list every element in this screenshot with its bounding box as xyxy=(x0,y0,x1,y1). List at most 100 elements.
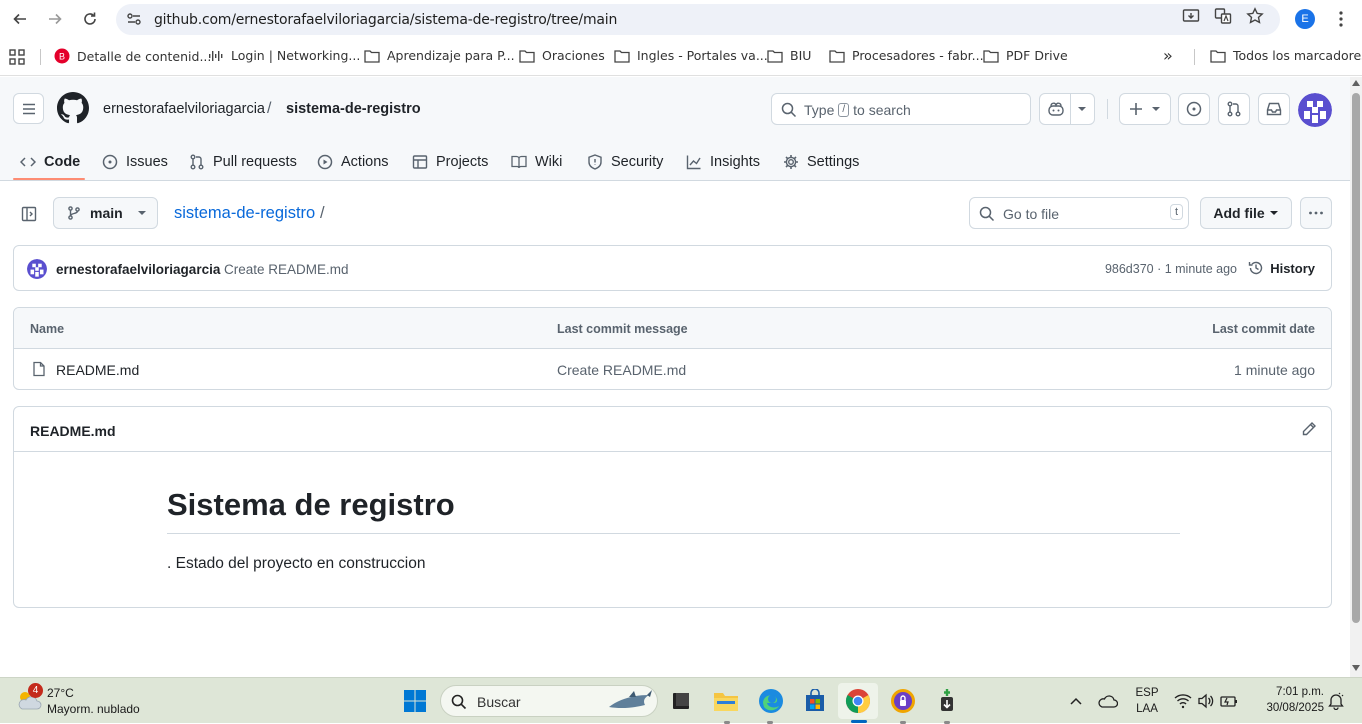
taskbar-search-box[interactable]: Buscar xyxy=(440,685,658,717)
taskbar-search-placeholder: Buscar xyxy=(477,694,521,710)
input-language[interactable]: ESP xyxy=(1134,687,1160,699)
breadcrumb-owner[interactable]: ernestorafaelviloriagarcia xyxy=(103,101,265,117)
path-separator: / xyxy=(320,204,325,222)
bookmark-folder[interactable]: Oraciones xyxy=(519,48,605,63)
breadcrumb-repo[interactable]: sistema-de-registro xyxy=(286,101,421,117)
bookmark-star-icon[interactable] xyxy=(1246,7,1266,27)
file-name-link[interactable]: README.md xyxy=(56,362,139,378)
download-tool-icon xyxy=(941,689,953,711)
address-bar[interactable]: github.com/ernestorafaelviloriagarcia/si… xyxy=(116,4,1280,35)
hamburger-icon xyxy=(22,103,35,114)
vpn-app-button[interactable] xyxy=(888,686,918,716)
install-app-icon[interactable] xyxy=(1182,7,1202,27)
microsoft-store-button[interactable] xyxy=(800,686,830,716)
bookmark-folder[interactable]: Procesadores - fabr... xyxy=(829,48,984,63)
clock-date[interactable]: 30/08/2025 xyxy=(1254,702,1324,714)
path-repo-link[interactable]: sistema-de-registro xyxy=(174,204,315,223)
copilot-button[interactable] xyxy=(1039,93,1095,125)
reload-button[interactable] xyxy=(78,7,102,31)
commit-author[interactable]: ernestorafaelviloriagarcia xyxy=(56,262,220,277)
global-search-input[interactable]: Type / to search xyxy=(771,93,1031,125)
folder-icon xyxy=(983,49,999,63)
bookmark-item[interactable]: B Detalle de contenid... xyxy=(54,48,211,64)
more-options-button[interactable] xyxy=(1300,197,1332,229)
go-to-file-input[interactable]: Go to file t xyxy=(969,197,1189,229)
onedrive-button[interactable] xyxy=(1094,686,1122,716)
gear-icon xyxy=(784,155,798,169)
tab-projects[interactable]: Projects xyxy=(412,149,488,175)
bookmark-folder[interactable]: Aprendizaje para P... xyxy=(364,48,515,63)
apps-grid-icon[interactable] xyxy=(9,49,25,65)
tab-pull-requests[interactable]: Pull requests xyxy=(189,149,297,175)
git-app-button[interactable] xyxy=(932,686,962,716)
file-commit-message[interactable]: Create README.md xyxy=(557,362,686,378)
reload-icon xyxy=(84,12,96,25)
tab-code[interactable]: Code xyxy=(20,149,80,175)
history-button[interactable]: History xyxy=(1248,260,1315,276)
commit-hash-time[interactable]: 986d370 · 1 minute ago xyxy=(1105,262,1237,276)
toggle-file-tree-button[interactable] xyxy=(14,199,44,229)
all-bookmarks-button[interactable]: Todos los marcadores xyxy=(1210,48,1362,63)
show-hidden-icons-button[interactable] xyxy=(1062,686,1090,716)
edge-browser-button[interactable] xyxy=(756,686,786,716)
create-new-button[interactable] xyxy=(1119,93,1171,125)
translate-icon[interactable] xyxy=(1214,7,1234,27)
weather-temperature[interactable]: 27°C xyxy=(47,686,74,700)
commit-author-avatar[interactable] xyxy=(27,259,47,279)
tab-security[interactable]: Security xyxy=(587,149,663,175)
edge-icon xyxy=(759,689,783,713)
bookmark-folder[interactable]: Ingles - Portales va... xyxy=(614,48,768,63)
weather-description[interactable]: Mayorm. nublado xyxy=(47,702,140,716)
start-button[interactable] xyxy=(400,686,430,716)
clock-time[interactable]: 7:01 p.m. xyxy=(1254,686,1324,698)
browser-menu-icon[interactable] xyxy=(1332,9,1350,29)
input-layout[interactable]: LAA xyxy=(1134,703,1160,715)
issue-circle-icon xyxy=(102,154,118,170)
issues-button[interactable] xyxy=(1178,93,1210,125)
site-settings-icon[interactable] xyxy=(126,11,142,27)
pull-requests-button[interactable] xyxy=(1218,93,1250,125)
cisco-favicon-icon xyxy=(209,50,223,61)
bookmark-folder[interactable]: PDF Drive xyxy=(983,48,1068,63)
task-view-button[interactable] xyxy=(666,686,696,716)
graph-icon xyxy=(686,155,701,170)
network-volume-battery-button[interactable] xyxy=(1172,686,1240,716)
go-to-file-shortcut: t xyxy=(1169,204,1183,220)
bookmark-item[interactable]: Login | Networking... xyxy=(208,48,360,63)
bookmark-folder[interactable]: BIU xyxy=(767,48,811,63)
back-button[interactable] xyxy=(8,7,32,31)
repo-tabs: Code Issues Pull requests Actions Projec… xyxy=(0,143,1000,181)
tab-issues[interactable]: Issues xyxy=(102,149,168,175)
readme-title[interactable]: README.md xyxy=(30,423,116,439)
more-bookmarks-button[interactable]: » xyxy=(1163,46,1173,65)
commit-message[interactable]: Create README.md xyxy=(224,262,349,277)
github-logo-icon[interactable] xyxy=(57,92,89,124)
back-arrow-icon xyxy=(13,13,26,25)
scrollbar-thumb[interactable] xyxy=(1352,93,1360,623)
chrome-button[interactable] xyxy=(838,683,878,719)
file-explorer-button[interactable] xyxy=(711,686,741,716)
tab-insights[interactable]: Insights xyxy=(686,149,760,175)
url-text[interactable]: github.com/ernestorafaelviloriagarcia/si… xyxy=(154,12,617,28)
forward-button[interactable] xyxy=(43,7,67,31)
notifications-button[interactable] xyxy=(1325,686,1347,716)
git-branch-icon xyxy=(68,206,80,220)
branch-selector-button[interactable]: main xyxy=(53,197,158,229)
page-scrollbar[interactable] xyxy=(1350,77,1362,677)
bookmark-favicon-icon: B xyxy=(54,48,70,64)
file-table-header: Name Last commit message Last commit dat… xyxy=(14,308,1331,349)
global-nav-menu-button[interactable] xyxy=(13,93,44,124)
table-row[interactable]: README.md Create README.md 1 minute ago xyxy=(14,349,1331,389)
profile-avatar[interactable]: E xyxy=(1295,9,1315,29)
tab-wiki[interactable]: Wiki xyxy=(511,149,562,175)
inbox-button[interactable] xyxy=(1258,93,1290,125)
user-avatar[interactable] xyxy=(1298,93,1332,127)
branch-name: main xyxy=(90,205,123,221)
search-shortcut-key: / xyxy=(838,103,850,117)
tab-actions[interactable]: Actions xyxy=(317,149,389,175)
tab-settings[interactable]: Settings xyxy=(783,149,859,175)
pencil-icon xyxy=(1302,422,1316,436)
add-file-button[interactable]: Add file xyxy=(1200,197,1292,229)
bookmark-label: BIU xyxy=(790,48,812,63)
edit-readme-button[interactable] xyxy=(1301,421,1317,437)
